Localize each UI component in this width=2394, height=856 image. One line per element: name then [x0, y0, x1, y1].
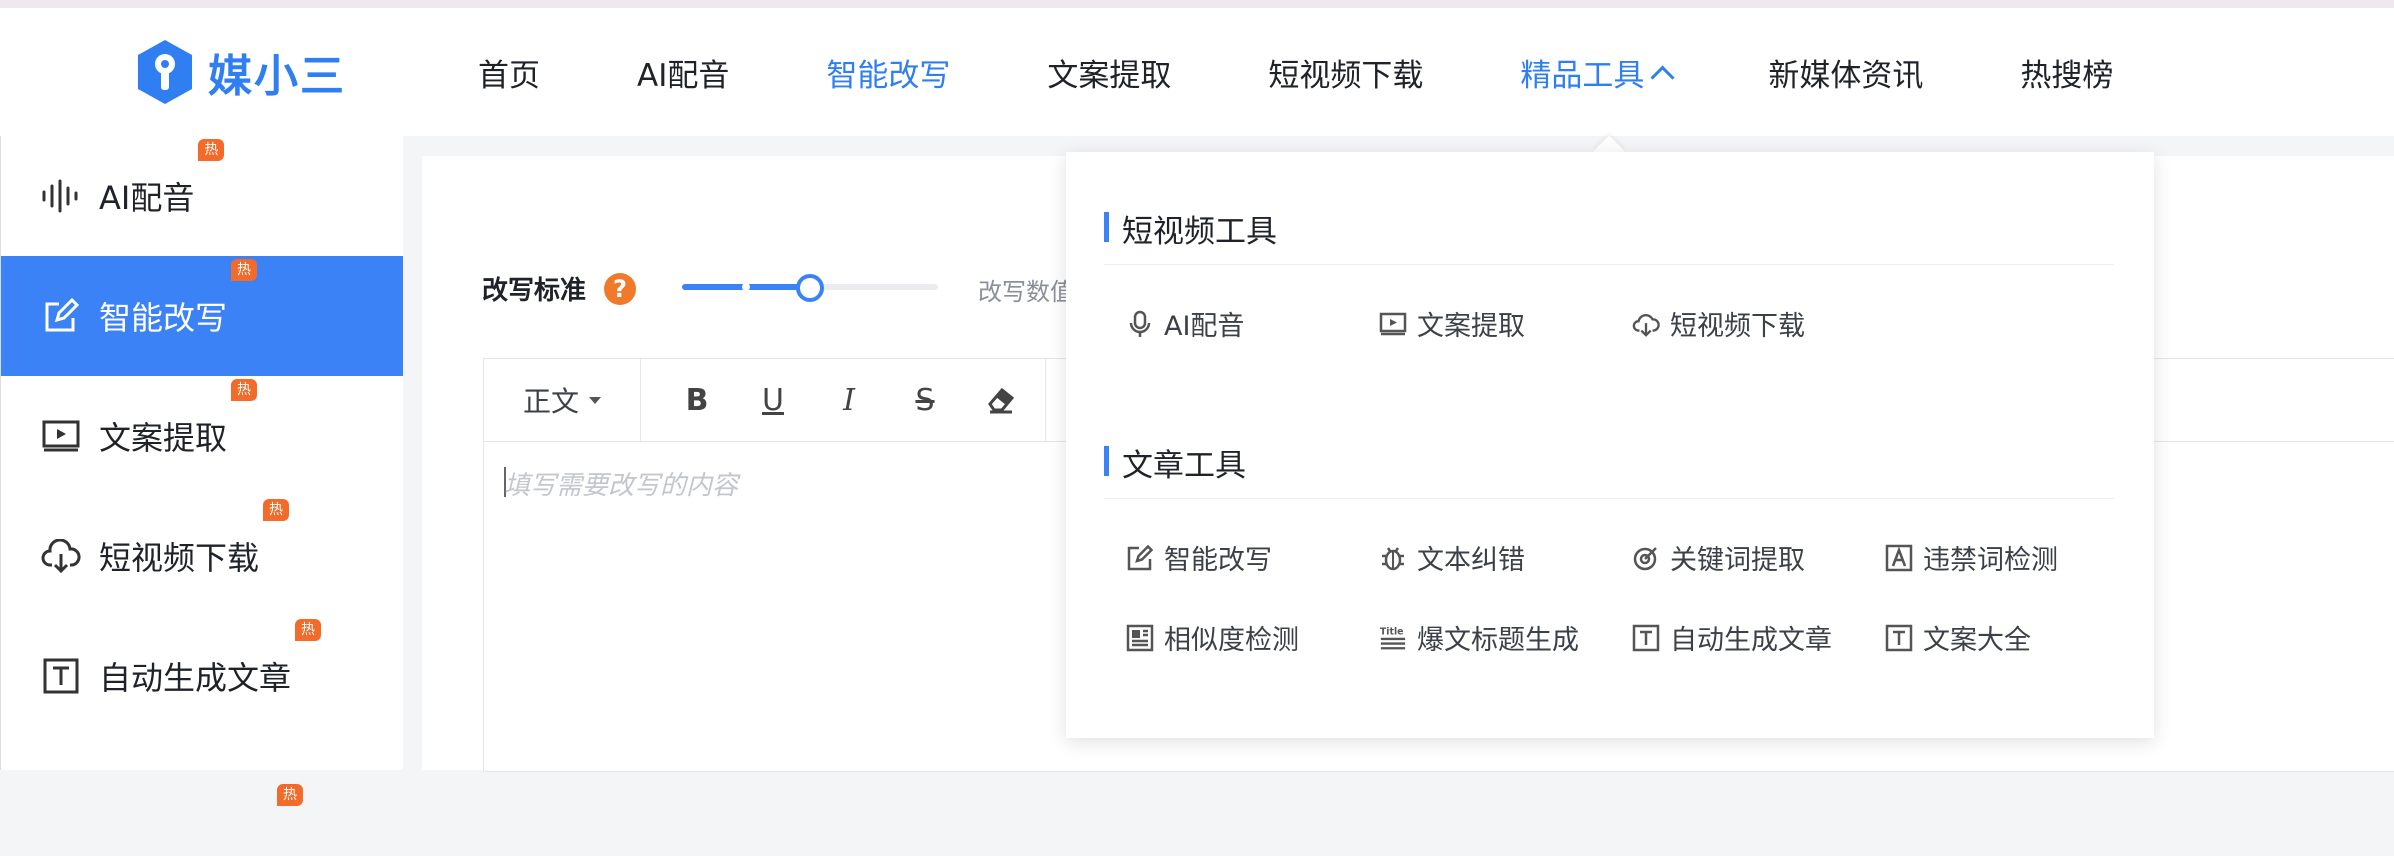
sidebar-item-auto-article[interactable]: 自动生成文章热 — [1, 616, 403, 736]
video-icon — [41, 416, 81, 456]
tool-copy-library[interactable]: 文案大全 — [1885, 618, 2031, 657]
hot-badge: 热 — [277, 784, 303, 806]
premium-tools-dropdown: 短视频工具 AI配音 文案提取 短视频下载 文章工具 智能改写 文本纠错 关键词… — [1066, 152, 2154, 738]
slider-thumb[interactable] — [796, 274, 824, 302]
nav-item-copy-extract[interactable]: 文案提取 — [1047, 50, 1171, 95]
hot-badge: 热 — [198, 139, 225, 161]
nav-item-video-download[interactable]: 短视频下载 — [1268, 50, 1423, 95]
sidebar-item-smart-rewrite[interactable]: 智能改写热 — [1, 256, 403, 376]
waveform-icon — [41, 176, 81, 216]
hot-badge: 热 — [295, 619, 322, 641]
toolbar-divider — [1045, 359, 1046, 441]
svg-text:Title: Title — [1380, 626, 1404, 637]
sidebar-item-video-download[interactable]: 短视频下载热 — [1, 496, 403, 616]
nav-item-trending[interactable]: 热搜榜 — [2020, 50, 2113, 95]
editor-placeholder[interactable]: 填写需要改写的内容 — [504, 465, 738, 502]
title-icon: Title — [1379, 624, 1407, 652]
sidebar: AI配音热 智能改写热 文案提取热 短视频下载热 自动生成文章热 热 — [0, 136, 403, 806]
tool-text-correction[interactable]: 文本纠错 — [1379, 538, 1525, 577]
sidebar-item-label: AI配音热 — [99, 139, 225, 219]
strikethrough-button[interactable]: S — [887, 359, 963, 441]
sidebar-item-label: 智能改写热 — [99, 259, 258, 339]
sidebar-item-more[interactable]: 热 — [1, 736, 403, 856]
edit-icon — [1126, 544, 1154, 572]
nav-item-smart-rewrite[interactable]: 智能改写 — [826, 50, 950, 95]
tool-similarity-check[interactable]: 相似度检测 — [1126, 618, 1299, 657]
top-header: 媒小三 首页 AI配音 智能改写 文案提取 短视频下载 精品工具 新媒体资讯 热… — [0, 8, 2394, 136]
italic-button[interactable]: I — [811, 359, 887, 441]
sidebar-item-label: 文案提取热 — [99, 379, 258, 459]
chevron-up-icon — [1650, 64, 1675, 90]
help-icon[interactable]: ? — [604, 273, 636, 305]
tool-copy-extract[interactable]: 文案提取 — [1379, 304, 1525, 343]
slider-note: 改写数值 — [978, 278, 1074, 306]
tool-auto-article[interactable]: 自动生成文章 — [1632, 618, 1832, 657]
nav-item-premium-tools[interactable]: 精品工具 — [1520, 50, 1675, 95]
tool-keyword-extract[interactable]: 关键词提取 — [1632, 538, 1805, 577]
tool-ai-dubbing[interactable]: AI配音 — [1126, 304, 1244, 343]
brand-logo[interactable]: 媒小三 — [134, 38, 346, 106]
section-title-article-tools: 文章工具 — [1104, 440, 1246, 485]
section-title-video-tools: 短视频工具 — [1104, 206, 1277, 251]
hot-badge: 热 — [231, 379, 258, 401]
brand-name: 媒小三 — [208, 51, 346, 102]
tool-smart-rewrite[interactable]: 智能改写 — [1126, 538, 1272, 577]
tool-banned-word-check[interactable]: 违禁词检测 — [1885, 538, 2058, 577]
rewrite-standard-slider[interactable] — [682, 274, 938, 302]
caret-down-icon — [589, 396, 601, 404]
microphone-icon — [1126, 310, 1154, 338]
nav-item-media-news[interactable]: 新媒体资讯 — [1768, 50, 1923, 95]
text-t-icon — [1885, 624, 1913, 652]
logo-icon — [138, 40, 192, 104]
sidebar-item-label: 自动生成文章热 — [99, 619, 322, 699]
hot-badge: 热 — [231, 259, 258, 281]
compare-icon — [1126, 624, 1154, 652]
nav-item-home[interactable]: 首页 — [478, 50, 540, 95]
underline-button[interactable]: U — [735, 359, 811, 441]
tool-hot-title[interactable]: Title 爆文标题生成 — [1379, 618, 1579, 657]
sidebar-item-copy-extract[interactable]: 文案提取热 — [1, 376, 403, 496]
nav-item-ai-dubbing[interactable]: AI配音 — [637, 50, 729, 95]
main-nav: 首页 AI配音 智能改写 文案提取 短视频下载 精品工具 新媒体资讯 热搜榜 — [478, 8, 2210, 136]
bug-icon — [1379, 544, 1407, 572]
hot-badge: 热 — [263, 499, 290, 521]
tool-video-download[interactable]: 短视频下载 — [1632, 304, 1805, 343]
slider-stop — [742, 283, 750, 291]
cloud-download-icon — [1632, 310, 1660, 338]
paragraph-format-select[interactable]: 正文 — [484, 359, 641, 441]
text-t-icon — [1632, 624, 1660, 652]
video-icon — [1379, 310, 1407, 338]
sidebar-item-label: 短视频下载热 — [99, 499, 290, 579]
edit-icon — [41, 296, 81, 336]
section-divider — [1104, 264, 2114, 265]
bold-button[interactable]: B — [659, 359, 735, 441]
text-t-icon — [41, 656, 81, 696]
rewrite-standard-label: 改写标准 — [482, 276, 587, 306]
text-box-icon — [1885, 544, 1913, 572]
target-icon — [1632, 544, 1660, 572]
cloud-download-icon — [41, 536, 81, 576]
section-divider — [1104, 498, 2114, 499]
eraser-icon[interactable] — [963, 359, 1039, 441]
sidebar-item-ai-dubbing[interactable]: AI配音热 — [1, 136, 403, 256]
